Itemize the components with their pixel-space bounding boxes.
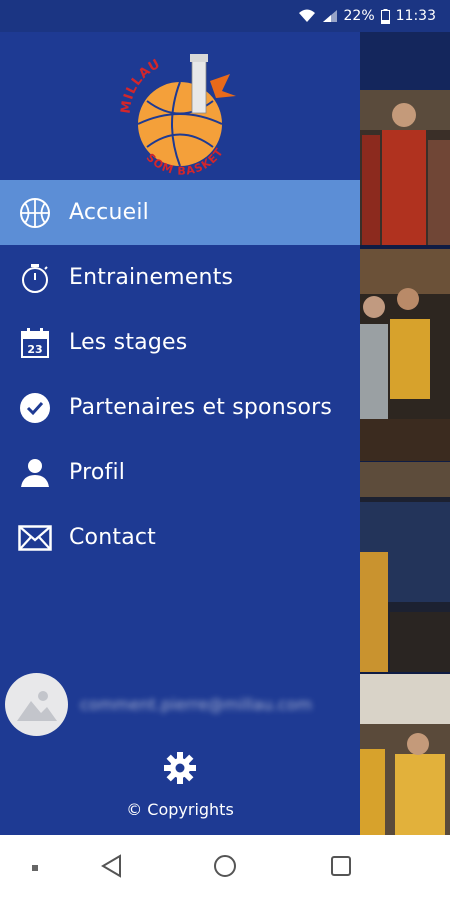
menu-item-profil[interactable]: Profil bbox=[0, 440, 360, 505]
menu-item-entrainements[interactable]: Entrainements bbox=[0, 245, 360, 310]
back-triangle-icon bbox=[100, 854, 122, 882]
user-account[interactable]: comment.pierre@millau.com bbox=[5, 672, 355, 736]
stopwatch-icon bbox=[18, 261, 52, 295]
system-navigation-bar bbox=[0, 835, 450, 900]
copyright-text: © Copyrights bbox=[126, 800, 234, 819]
svg-text:23: 23 bbox=[27, 343, 42, 356]
battery-icon bbox=[380, 8, 390, 24]
back-button[interactable] bbox=[96, 853, 126, 883]
team-photo bbox=[360, 462, 450, 672]
menu-item-accueil[interactable]: Accueil bbox=[0, 180, 360, 245]
team-photo bbox=[360, 249, 450, 461]
person-icon bbox=[18, 456, 52, 490]
team-photo bbox=[360, 90, 450, 245]
recents-square-icon bbox=[330, 855, 352, 881]
menu-item-label: Profil bbox=[69, 460, 126, 485]
menu-item-label: Partenaires et sponsors bbox=[69, 395, 333, 420]
battery-level: 22% bbox=[343, 8, 375, 24]
calendar-icon: 23 bbox=[18, 326, 52, 360]
menu-item-contact[interactable]: Contact bbox=[0, 505, 360, 570]
signal-icon bbox=[322, 9, 338, 23]
user-email: comment.pierre@millau.com bbox=[80, 694, 313, 714]
home-circle-icon bbox=[213, 854, 237, 882]
club-logo: MILLAU SOM BASKET bbox=[112, 46, 252, 178]
envelope-icon bbox=[18, 521, 52, 555]
clock: 11:33 bbox=[395, 8, 436, 24]
menu-dot-button[interactable] bbox=[20, 853, 50, 883]
settings-button[interactable] bbox=[162, 752, 198, 788]
app-content-behind-drawer bbox=[360, 32, 450, 835]
menu-item-label: Entrainements bbox=[69, 265, 234, 290]
menu-item-partenaires[interactable]: Partenaires et sponsors bbox=[0, 375, 360, 440]
team-photo bbox=[360, 674, 450, 835]
check-circle-icon bbox=[18, 391, 52, 425]
home-button[interactable] bbox=[210, 853, 240, 883]
navigation-drawer: MILLAU SOM BASKET Accueil Entrainements bbox=[0, 32, 360, 835]
menu-item-label: Les stages bbox=[69, 330, 188, 355]
status-bar: 22% 11:33 bbox=[0, 0, 450, 32]
menu-item-label: Contact bbox=[69, 525, 156, 550]
app-header bbox=[360, 32, 450, 90]
drawer-menu: Accueil Entrainements 23 Les stages Part… bbox=[0, 180, 360, 570]
menu-item-label: Accueil bbox=[69, 200, 149, 225]
gear-icon bbox=[163, 751, 197, 789]
avatar[interactable] bbox=[5, 672, 68, 736]
wifi-icon bbox=[298, 9, 316, 23]
basketball-icon bbox=[18, 196, 52, 230]
recents-button[interactable] bbox=[326, 853, 356, 883]
menu-item-les-stages[interactable]: 23 Les stages bbox=[0, 310, 360, 375]
